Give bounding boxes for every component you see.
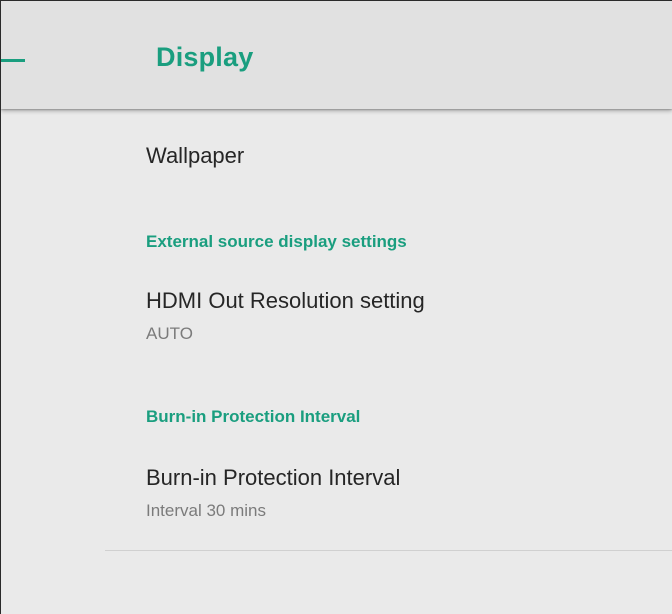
category-external-source: External source display settings (146, 232, 407, 251)
hdmi-resolution-item[interactable]: HDMI Out Resolution setting AUTO (1, 269, 672, 369)
wallpaper-title: Wallpaper (146, 143, 245, 168)
burn-in-interval-summary: Interval 30 mins (146, 501, 266, 520)
settings-screen: Display Wallpaper External source displa… (0, 0, 672, 614)
burn-in-interval-item[interactable]: Burn-in Protection Interval Interval 30 … (1, 445, 672, 545)
category-burn-in: Burn-in Protection Interval (146, 407, 361, 426)
burn-in-interval-title: Burn-in Protection Interval (146, 465, 401, 490)
list-divider (105, 550, 672, 551)
page-title: Display (156, 42, 254, 72)
back-button[interactable] (1, 31, 61, 91)
hdmi-resolution-title: HDMI Out Resolution setting (146, 288, 425, 313)
wallpaper-item[interactable]: Wallpaper (1, 109, 672, 199)
app-bar: Display (1, 1, 672, 109)
hdmi-resolution-summary: AUTO (146, 324, 193, 343)
back-arrow-icon (1, 59, 25, 62)
